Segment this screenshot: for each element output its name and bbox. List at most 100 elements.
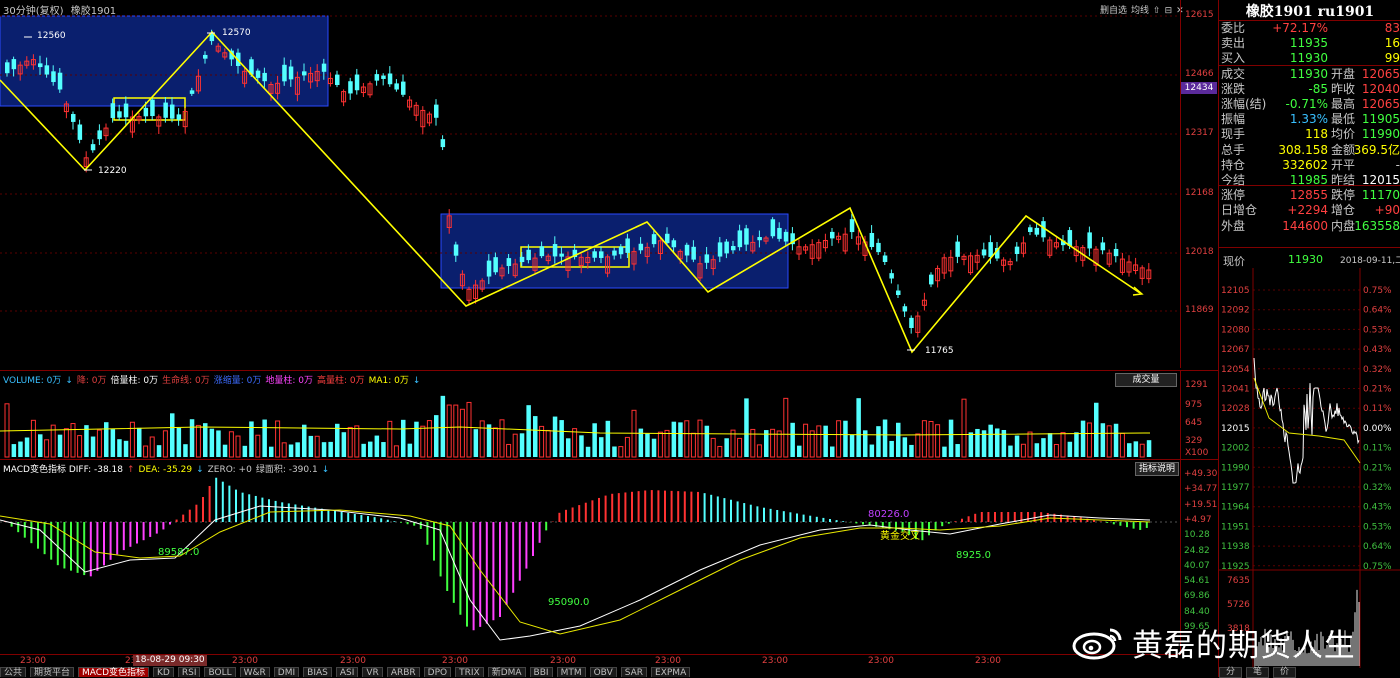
volume-bar [11, 444, 17, 457]
volume-bar [921, 420, 927, 458]
volume-bar [466, 401, 472, 458]
candle-body [506, 258, 512, 267]
indicator-tab[interactable]: ASI [335, 667, 359, 677]
volume-bar [308, 435, 314, 457]
volume-bar [77, 435, 83, 458]
candle-body [691, 246, 696, 260]
indicator-tab[interactable]: BOLL [204, 667, 236, 677]
intraday-pct-tick: 0.43% [1363, 345, 1392, 355]
volume-bar [57, 434, 63, 457]
indicator-tab[interactable]: OBV [589, 667, 617, 677]
volume-bar [988, 424, 993, 457]
indicator-tab[interactable]: DPO [423, 667, 452, 677]
intraday-tab[interactable]: 价 [1273, 667, 1297, 678]
quote-value: 332602 [1282, 157, 1328, 172]
quote-label-right: 跌停 [1331, 188, 1356, 203]
current-price-tag: 12434 [1181, 82, 1217, 94]
indicator-tab[interactable]: TRIX [455, 667, 484, 677]
indicator-tab[interactable]: EXPMA [651, 667, 691, 677]
candle-body [737, 230, 743, 248]
indicator-tab[interactable]: RSI [177, 667, 201, 677]
volume-bar [915, 433, 921, 458]
macd-panel[interactable]: MACD变色指标 DIFF: -38.18 ↑ DEA: -35.29 ↓ ZERO: … [0, 459, 1180, 655]
candle-body [38, 63, 43, 68]
volume-panel[interactable]: VOLUME: 0万 ↓ 降: 0万 倍量柱: 0万 生命线: 0万 涨缩量: 0万 地量柱… [0, 370, 1180, 459]
volume-bar [96, 429, 102, 458]
indicator-tab[interactable]: ARBR [386, 667, 420, 677]
intraday-pct-tick: 0.53% [1363, 325, 1392, 335]
intraday-price-tick: 12080 [1221, 325, 1250, 335]
indicator-tab[interactable]: SAR [620, 667, 648, 677]
indicator-tab[interactable]: BIAS [303, 667, 332, 677]
intraday-chart[interactable]: 12105 0.75% 12092 0.64% 12080 0.53% 12067 0.43%… [1219, 268, 1400, 668]
intraday-tab[interactable]: 分 [1219, 667, 1243, 678]
volume-bar [84, 425, 89, 457]
volume-bar [1146, 440, 1152, 457]
quote-value: 11985 [1289, 173, 1328, 187]
candle-body [909, 317, 914, 328]
volume-bar [961, 398, 967, 458]
intraday-vol-tick: 7635 [1227, 576, 1250, 586]
low-label-1: 12220 [98, 166, 127, 176]
period-label[interactable]: 30分钟(复权) [3, 6, 64, 17]
volume-bar [1041, 438, 1046, 457]
price-tick: 12317 [1185, 128, 1214, 138]
watermark: 黄磊的期货人生 [1072, 622, 1356, 664]
chart-header: 30分钟(复权) 橡胶1901 [3, 2, 116, 17]
candle-body [592, 251, 597, 258]
volume-bar [526, 405, 531, 457]
volume-bar [1080, 420, 1086, 457]
intraday-price-tick: 12015 [1221, 424, 1250, 434]
volume-bar [843, 420, 848, 457]
candle-body [401, 81, 406, 95]
kline-chart-panel[interactable]: 30分钟(复权) 橡胶1901 删自选 均线 ⇧ ⊟ ✕ 12560 12570 122… [0, 0, 1184, 368]
quote-label: 涨跌 [1221, 81, 1246, 96]
indicator-tab[interactable]: 公共 [0, 667, 27, 677]
volume-bar [823, 425, 828, 457]
volume-bar [302, 424, 307, 457]
volume-bar [110, 429, 116, 457]
indicator-tab[interactable]: KD [153, 667, 174, 677]
volume-bar [552, 416, 558, 457]
candle-body [381, 75, 386, 79]
volume-bar [123, 440, 129, 457]
indicator-tab[interactable]: 期货平台 [30, 667, 75, 677]
indicator-tab[interactable]: BBI [529, 667, 553, 677]
intraday-price-tick: 12105 [1221, 286, 1250, 296]
candle-body [57, 72, 63, 90]
quote-row: 外盘 144600 内盘 163558 [1221, 219, 1400, 234]
crosshair-date-tag: 18-08-29 09:30 [133, 655, 207, 666]
volume-tick: 975 [1185, 400, 1203, 410]
indicator-tab[interactable]: 新DMA [487, 667, 526, 677]
intraday-tabs: 分笔价 [1219, 667, 1400, 678]
volume-bar [387, 420, 393, 458]
volume-bar [592, 423, 597, 457]
quote-row: 日增仓 +2294 增仓 +90 [1221, 203, 1400, 218]
candle-body [453, 244, 459, 256]
candle-body [539, 246, 545, 257]
volume-bar [1113, 423, 1119, 457]
time-tick: 23:00 [762, 656, 788, 666]
indicator-tab[interactable]: MACD变色指标 [78, 667, 150, 677]
volume-bar [492, 427, 498, 458]
quote-value-right: 12065 [1361, 97, 1400, 111]
volume-bar [684, 420, 690, 458]
indicator-tab[interactable]: W&R [239, 667, 270, 677]
quote-label: 日增仓 [1221, 203, 1258, 218]
candle-body [757, 237, 762, 241]
candle-body [882, 255, 888, 262]
volume-bar [882, 419, 888, 457]
volume-bar [242, 445, 248, 457]
intraday-tab[interactable]: 笔 [1246, 667, 1270, 678]
indicator-tab[interactable]: DMI [273, 667, 300, 677]
candle-body [354, 74, 360, 91]
indicator-tab[interactable]: MTM [556, 667, 586, 677]
indicator-tab[interactable]: VR [362, 667, 383, 677]
volume-bar [1127, 443, 1132, 457]
volume-bar [63, 428, 69, 458]
candle-body [1100, 242, 1106, 251]
volume-bar [170, 413, 175, 457]
consolidation-box-1 [0, 15, 329, 107]
candle-body [625, 238, 630, 253]
candle-body [321, 63, 327, 72]
